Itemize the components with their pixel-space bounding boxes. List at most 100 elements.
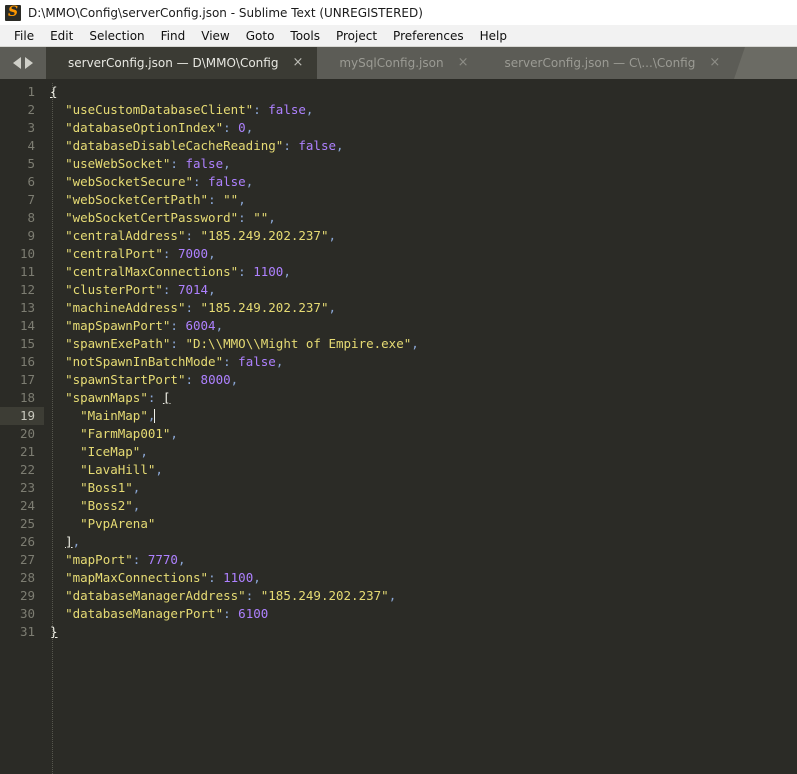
code-line[interactable]: "databaseManagerPort": 6100 [44,605,797,623]
line-number: 18 [19,390,35,405]
code-token: : [185,228,194,243]
code-token: : [185,300,194,315]
code-line[interactable]: "centralMaxConnections": 1100, [44,263,797,281]
code-token: , [208,246,216,261]
tab-3[interactable]: serverConfig.json — C\...\Config × [482,47,746,79]
line-number: 14 [19,318,35,333]
code-line[interactable]: "clusterPort": 7014, [44,281,797,299]
code-line[interactable]: "webSocketCertPath": "", [44,191,797,209]
line-number: 31 [19,624,35,639]
code-token: { [50,84,58,99]
tab-close-icon[interactable]: × [709,47,720,79]
code-token: : [238,264,246,279]
code-line[interactable]: "mapSpawnPort": 6004, [44,317,797,335]
tab-nav-arrows[interactable] [0,47,57,79]
tab-label: mySqlConfig.json [339,56,444,70]
line-number: 10 [19,246,35,261]
code-line[interactable]: "webSocketCertPassword": "", [44,209,797,227]
code-line[interactable]: "machineAddress": "185.249.202.237", [44,299,797,317]
code-line[interactable]: "databaseManagerAddress": "185.249.202.2… [44,587,797,605]
code-line[interactable]: "MainMap", [44,407,797,425]
code-line[interactable]: "spawnStartPort": 8000, [44,371,797,389]
code-line[interactable]: "useCustomDatabaseClient": false, [44,101,797,119]
code-line[interactable]: "mapMaxConnections": 1100, [44,569,797,587]
code-editor[interactable]: 1 2 3 4 5 6 7 8 9 10 11 12 13 14 15 16 17 18 19 20 21 22 23 24 2… [0,79,797,774]
code-line[interactable]: "centralAddress": "185.249.202.237", [44,227,797,245]
code-token: "185.249.202.237" [200,228,329,243]
code-token: , [411,336,419,351]
menu-item-preferences[interactable]: Preferences [385,27,472,45]
tab-bar: serverConfig.json — D\MMO\Config × mySqlCo… [0,47,797,79]
code-line[interactable]: { [44,83,797,101]
code-token: ] [65,534,73,549]
code-line[interactable]: "FarmMap001", [44,425,797,443]
code-token: "PvpArena" [80,516,156,531]
menu-item-edit[interactable]: Edit [42,27,81,45]
menu-item-find[interactable]: Find [153,27,194,45]
code-line[interactable]: "mapPort": 7770, [44,551,797,569]
code-line[interactable]: "Boss1", [44,479,797,497]
code-line[interactable]: "databaseOptionIndex": 0, [44,119,797,137]
code-line[interactable]: "PvpArena" [44,515,797,533]
arrow-left-icon[interactable] [13,57,21,69]
code-line[interactable]: "databaseDisableCacheReading": false, [44,137,797,155]
arrow-right-icon[interactable] [25,57,33,69]
code-token: , [275,354,284,369]
code-line[interactable]: "LavaHill", [44,461,797,479]
menu-item-project[interactable]: Project [328,27,385,45]
code-token: "databaseManagerAddress" [65,588,246,603]
code-token: 6004 [185,318,216,333]
code-line[interactable]: } [44,623,797,641]
tab-1[interactable]: serverConfig.json — D\MMO\Config × [46,47,329,79]
code-line[interactable]: "spawnExePath": "D:\\MMO\\Might of Empir… [44,335,797,353]
code-line[interactable]: "centralPort": 7000, [44,245,797,263]
code-line[interactable]: "webSocketSecure": false, [44,173,797,191]
tab-2[interactable]: mySqlConfig.json × [317,47,494,79]
code-line[interactable]: "IceMap", [44,443,797,461]
tab-close-icon[interactable]: × [292,47,303,79]
tab-close-icon[interactable]: × [458,47,469,79]
menu-item-tools[interactable]: Tools [282,27,328,45]
code-token: , [305,102,314,117]
code-token: : [185,372,194,387]
line-number: 4 [27,138,35,153]
line-number-gutter: 1 2 3 4 5 6 7 8 9 10 11 12 13 14 15 16 17 18 19 20 21 22 23 24 2… [0,79,44,774]
code-line[interactable]: "notSpawnInBatchMode": false, [44,353,797,371]
code-token: , [238,192,246,207]
code-line[interactable]: ], [44,533,797,551]
menu-item-view[interactable]: View [193,27,237,45]
code-line[interactable]: "useWebSocket": false, [44,155,797,173]
code-line[interactable]: "spawnMaps": [ [44,389,797,407]
code-token: : [238,210,246,225]
line-number: 23 [19,480,35,495]
menu-item-goto[interactable]: Goto [238,27,283,45]
menu-item-selection[interactable]: Selection [81,27,152,45]
line-number: 30 [19,606,35,621]
line-number: 5 [27,156,35,171]
line-number: 6 [27,174,35,189]
code-area[interactable]: { "useCustomDatabaseClient": false, "dat… [44,79,797,774]
line-number: 21 [19,444,35,459]
line-number: 22 [19,462,35,477]
code-token: : [253,102,261,117]
line-number: 28 [19,570,35,585]
code-token: , [253,570,261,585]
menu-item-help[interactable]: Help [472,27,515,45]
code-token: "Boss2" [80,498,133,513]
code-token: : [223,354,231,369]
code-line[interactable]: "Boss2", [44,497,797,515]
menu-item-file[interactable]: File [6,27,42,45]
